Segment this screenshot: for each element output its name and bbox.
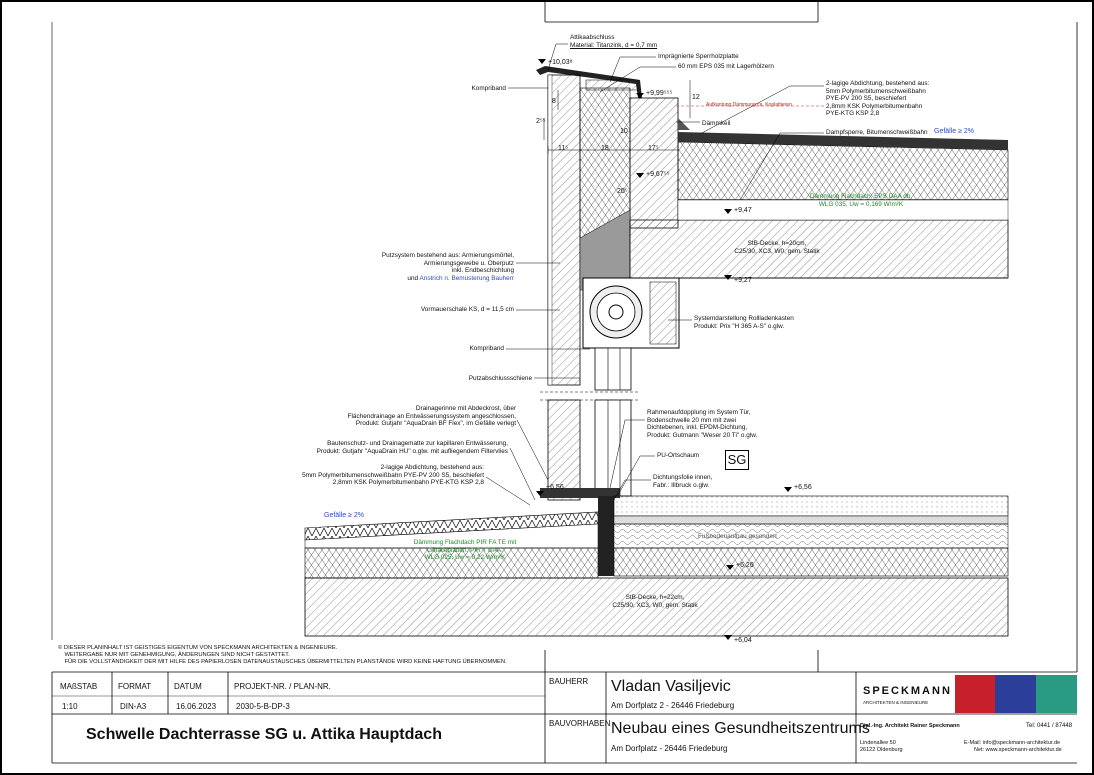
label-daemmung-flachdach: Dämmung Flachdach, EPS DAA dh, WLG 035, …	[809, 193, 913, 208]
level-9-67: +9,67⁵⁵	[646, 171, 670, 178]
label-putzsystem-anstrich: und Anstrich n. Bemusterung Bauherr	[407, 275, 514, 282]
label-gefaelle-top: Gefälle ≥ 2%	[934, 128, 975, 135]
label-pu-ortschaum: PU-Ortschaum	[657, 452, 700, 459]
label-rahmenaufdopplung: Rahmenaufdopplung im System Tür, Bodensc…	[647, 409, 758, 439]
architect-name: Dipl.-Ing. Architekt Rainer Speckmann	[860, 723, 960, 729]
firm-street: Lindenallee 50	[860, 740, 896, 746]
level-6-56-right: +6,56	[794, 484, 812, 491]
label-attika-material: Material: Titanzink, d = 0,7 mm	[570, 42, 658, 49]
firm-tel: Tel: 0441 / 87448	[1026, 723, 1073, 729]
label-rollladenkasten: Systemdarstellung Rollladenkasten Produk…	[694, 315, 794, 330]
bauvorhaben-name: Neubau eines Gesundheitszentrums	[611, 720, 870, 737]
level-9-47: +9,47	[734, 207, 752, 214]
label-kompriband-top: Kompriband	[471, 85, 506, 92]
firm-email: E-Mail: info@speckmann-architektur.de	[964, 740, 1061, 746]
logo-teal-block	[1036, 675, 1077, 713]
copyright-notice: © DIESER PLANINHALT IST GEISTIGES EIGENT…	[58, 645, 507, 665]
massstab-value: 1:10	[62, 702, 78, 711]
level-6-04: +6,04	[734, 637, 752, 644]
label-putzsystem: Putzsystem bestehend aus: Armierungsmört…	[381, 252, 514, 275]
firm-website: Net: www.speckmann-architektur.de	[974, 747, 1062, 753]
projekt-header: PROJEKT-NR. / PLAN-NR.	[234, 682, 331, 691]
label-daemmung-pir: Dämmung Flachdach PIR FA TE mit Gefällep…	[413, 539, 517, 562]
massstab-header: MAßSTAB	[60, 682, 98, 691]
label-gefaelle-low: Gefälle ≥ 2%	[324, 512, 365, 519]
bauvorhaben-address: Am Dorfplatz - 26446 Friedeburg	[611, 744, 728, 753]
label-fussbodenaufbau: Fußbodenaufbau gesondert	[698, 533, 777, 540]
datum-value: 16.06.2023	[176, 702, 217, 711]
level-9-99: +9,99⁵⁵⁵	[646, 90, 673, 97]
sg-marker: SG	[725, 450, 749, 470]
logo-red-block	[955, 675, 995, 713]
label-putzabschlussschiene: Putzabschlussschiene	[468, 375, 532, 382]
label-vormauerschale: Vormauerschale KS, d = 11,5 cm	[420, 306, 514, 313]
label-bautenschutzmatte: Bautenschutz- und Drainagematte zur kapi…	[316, 440, 508, 455]
firm-logo: SPECKMANN ARCHITEKTEN & INGENIEURE	[858, 675, 1077, 713]
dim-17-5: 17⁵	[648, 145, 659, 152]
label-kompriband-low: Kompriband	[469, 345, 504, 352]
label-dampfsperre: Dampfsperre, Bitumenschweißbahn	[826, 129, 928, 136]
format-header: FORMAT	[118, 682, 152, 691]
plan-title: Schwelle Dachterrasse SG u. Attika Haupt…	[86, 726, 442, 743]
label-abdichtung-top: 2-lagige Abdichtung, bestehend aus: 5mm …	[826, 80, 930, 118]
label-aufkantung: Aufkantung Dämmung ca. Koplattieren	[706, 102, 792, 108]
firm-name: SPECKMANN	[863, 685, 952, 697]
level-6-56-left: +6,56	[546, 484, 564, 491]
dim-18: 18	[601, 145, 609, 152]
label-drainagerinne: Drainagerinne mit Abdeckrost, über Fläch…	[347, 405, 516, 428]
dim-8: 8	[552, 98, 556, 105]
bauherr-name: Vladan Vasiljevic	[611, 678, 731, 695]
format-value: DIN-A3	[120, 702, 147, 711]
bauvorhaben-header: BAUVORHABEN	[549, 719, 611, 728]
logo-blue-block	[995, 675, 1036, 713]
label-sperrholz: Imprägnierte Sperrholzplatte	[658, 53, 739, 60]
dim-20-5: 20⁵	[617, 188, 628, 195]
level-6-26: +6,26	[736, 562, 754, 569]
firm-subtitle: ARCHITEKTEN & INGENIEURE	[863, 700, 929, 705]
bauherr-header: BAUHERR	[549, 677, 589, 686]
dim-10: 10	[620, 128, 628, 135]
bauherr-address: Am Dorfplatz 2 - 26446 Friedeburg	[611, 701, 735, 710]
label-abdichtung-low: 2-lagige Abdichtung, bestehend aus: 5mm …	[302, 464, 484, 487]
label-daemmkeil: Dämmkeil	[702, 120, 731, 127]
label-eps: 60 mm EPS 035 mit Lagerhölzern	[678, 63, 774, 70]
dim-12: 12	[692, 94, 700, 101]
dim-11-5: 11⁵	[558, 145, 569, 152]
dim-2-5: 2⁵⁵	[536, 118, 546, 125]
label-dichtungsfolie: Dichtungsfolie innen, Fabr.: Illbruck o.…	[653, 474, 713, 489]
projekt-value: 2030-5-B-DP-3	[236, 702, 290, 711]
firm-city: 26122 Oldenburg	[860, 747, 903, 753]
level-9-27: +9,27	[734, 277, 752, 284]
label-stb-decke-top: StB-Decke, h=20cm, C25/30, XC3, W0, gem.…	[734, 240, 820, 255]
level-10-03: +10,03⁸	[548, 59, 573, 66]
label-stb-decke-low: StB-Decke, h=22cm, C25/30, XC3, W0, gem.…	[612, 594, 698, 609]
datum-header: DATUM	[174, 682, 202, 691]
label-attika: Attikaabschluss	[570, 34, 615, 41]
